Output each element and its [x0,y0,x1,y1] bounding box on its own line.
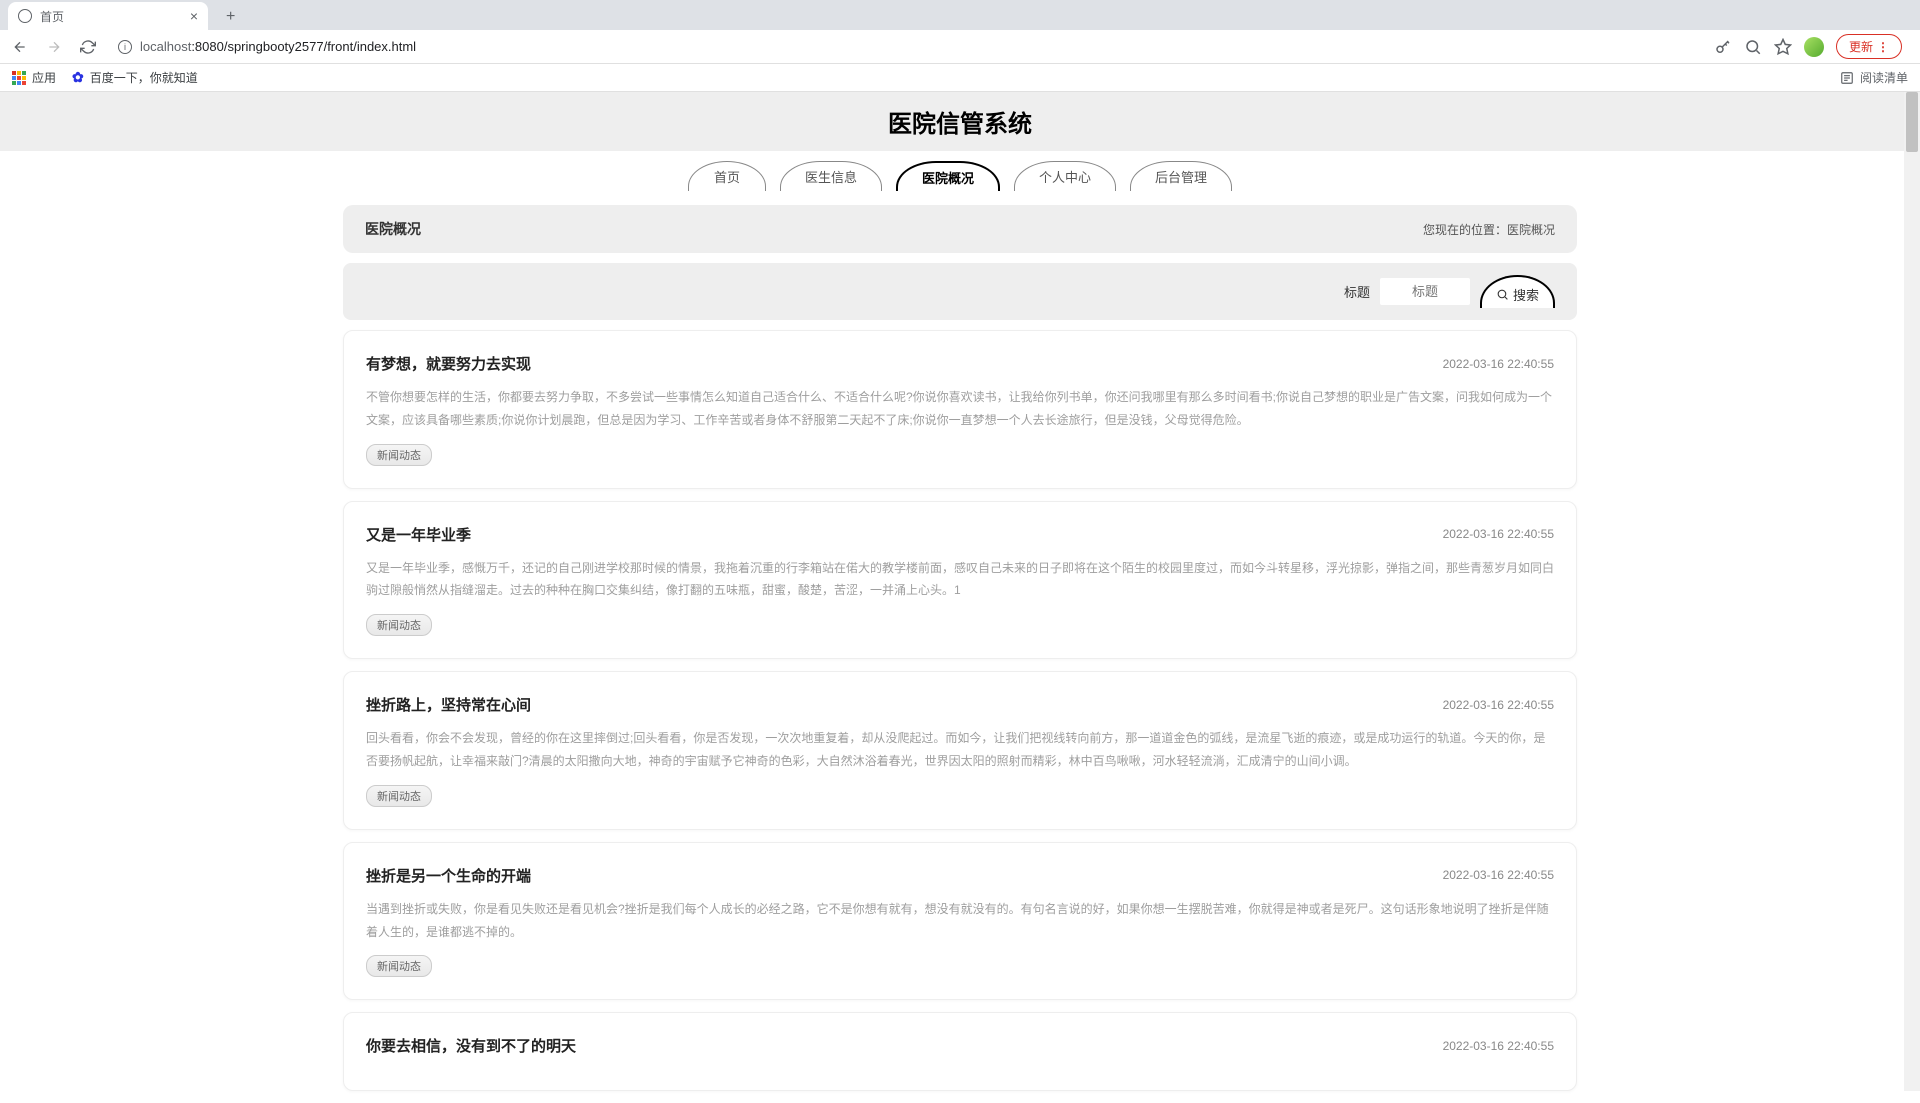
article-title[interactable]: 你要去相信，没有到不了的明天 [366,1035,576,1056]
update-button[interactable]: 更新⋮ [1836,34,1902,59]
search-input[interactable] [1380,278,1470,305]
article-card: 你要去相信，没有到不了的明天 2022-03-16 22:40:55 [343,1012,1577,1091]
baidu-icon: ✿ [72,69,84,86]
nav-tab-0[interactable]: 首页 [688,161,766,191]
reading-list-button[interactable]: 阅读清单 [1840,69,1908,86]
search-icon[interactable] [1744,38,1762,56]
search-label: 标题 [1344,282,1370,301]
site-info-icon[interactable]: i [118,40,132,54]
star-icon[interactable] [1774,38,1792,56]
nav-tab-4[interactable]: 后台管理 [1130,161,1232,191]
bookmarks-bar: 应用 ✿ 百度一下，你就知道 阅读清单 [0,64,1920,92]
search-button[interactable]: 搜索 [1480,275,1555,308]
article-summary: 当遇到挫折或失败，你是看见失败还是看见机会?挫折是我们每个人成长的必经之路，它不… [366,898,1554,944]
scrollbar-thumb[interactable] [1906,92,1918,152]
nav-tab-3[interactable]: 个人中心 [1014,161,1116,191]
section-title: 医院概况 [365,219,421,239]
article-title[interactable]: 有梦想，就要努力去实现 [366,353,531,374]
key-icon[interactable] [1714,38,1732,56]
main-nav: 首页医生信息医院概况个人中心后台管理 [0,151,1920,205]
forward-button[interactable] [42,35,66,59]
article-time: 2022-03-16 22:40:55 [1443,1039,1554,1053]
scrollbar-track[interactable] [1904,92,1920,1091]
article-tag[interactable]: 新闻动态 [366,444,432,466]
article-title[interactable]: 挫折是另一个生命的开端 [366,865,531,886]
article-tag[interactable]: 新闻动态 [366,955,432,977]
tab-title: 首页 [40,8,182,25]
back-button[interactable] [8,35,32,59]
url-field[interactable]: i localhost:8080/springbooty2577/front/i… [110,39,1704,54]
site-title: 医院信管系统 [0,104,1920,139]
article-summary: 回头看看，你会不会发现，曾经的你在这里摔倒过;回头看看，你是否发现，一次次地重复… [366,727,1554,773]
article-tag[interactable]: 新闻动态 [366,785,432,807]
article-title[interactable]: 挫折路上，坚持常在心间 [366,694,531,715]
magnifier-icon [1496,288,1509,301]
article-time: 2022-03-16 22:40:55 [1443,357,1554,371]
article-title[interactable]: 又是一年毕业季 [366,524,471,545]
nav-tab-2[interactable]: 医院概况 [896,161,1000,191]
kebab-icon: ⋮ [1877,40,1889,54]
nav-tab-1[interactable]: 医生信息 [780,161,882,191]
breadcrumb: 您现在的位置：医院概况 [1423,221,1555,238]
article-tag[interactable]: 新闻动态 [366,614,432,636]
article-card: 挫折是另一个生命的开端 2022-03-16 22:40:55 当遇到挫折或失败，你… [343,842,1577,1001]
new-tab-button[interactable]: + [218,4,243,30]
bookmark-baidu[interactable]: ✿ 百度一下，你就知道 [72,69,198,86]
article-time: 2022-03-16 22:40:55 [1443,868,1554,882]
breadcrumb-bar: 医院概况 您现在的位置：医院概况 [343,205,1577,253]
browser-tab-bar: 首页 × + [0,0,1920,30]
list-icon [1840,71,1854,85]
apps-shortcut[interactable]: 应用 [12,69,56,86]
article-card: 有梦想，就要努力去实现 2022-03-16 22:40:55 不管你想要怎样的生活… [343,330,1577,489]
site-header: 医院信管系统 [0,92,1920,151]
article-time: 2022-03-16 22:40:55 [1443,527,1554,541]
article-summary: 不管你想要怎样的生活，你都要去努力争取，不多尝试一些事情怎么知道自己适合什么、不… [366,386,1554,432]
search-bar: 标题 搜索 [343,263,1577,320]
globe-icon [18,9,32,23]
url-text: localhost:8080/springbooty2577/front/ind… [140,39,416,54]
address-bar: i localhost:8080/springbooty2577/front/i… [0,30,1920,64]
close-icon[interactable]: × [190,8,198,24]
profile-avatar[interactable] [1804,37,1824,57]
apps-icon [12,71,26,85]
article-card: 又是一年毕业季 2022-03-16 22:40:55 又是一年毕业季，感慨万千，还… [343,501,1577,660]
article-summary: 又是一年毕业季，感慨万千，还记的自己刚进学校那时候的情景，我拖着沉重的行李箱站在… [366,557,1554,603]
article-time: 2022-03-16 22:40:55 [1443,698,1554,712]
reload-button[interactable] [76,35,100,59]
browser-tab-active[interactable]: 首页 × [8,2,208,30]
article-card: 挫折路上，坚持常在心间 2022-03-16 22:40:55 回头看看，你会不会发… [343,671,1577,830]
